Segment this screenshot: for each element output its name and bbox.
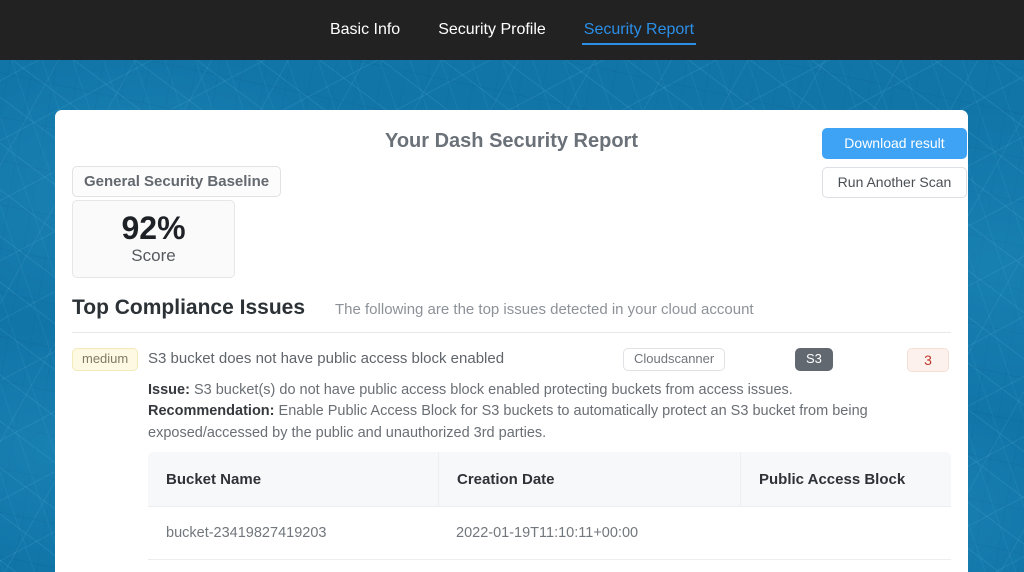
top-navbar: Basic Info Security Profile Security Rep… [0,0,1024,60]
table-row: bucket-23419827419203 2022-01-19T11:10:1… [148,506,951,560]
cell-creation-date: 2022-01-19T11:10:11+00:00 [456,525,639,541]
recommendation-label: Recommendation: [148,403,275,420]
column-header-creation-date: Creation Date [438,452,740,506]
cell-bucket-name: bucket-23419827419203 [166,525,327,541]
download-result-button[interactable]: Download result [822,128,967,159]
resources-table: Bucket Name Creation Date Public Access … [148,452,951,560]
score-value: 92% [121,210,186,247]
issue-label: Issue: [148,382,190,398]
section-header: Top Compliance Issues The following are … [72,296,951,320]
security-report-card: Your Dash Security Report Download resul… [55,110,968,572]
table-header-row: Bucket Name Creation Date Public Access … [148,452,951,506]
column-header-public-access-block: Public Access Block [740,452,951,506]
tab-security-profile[interactable]: Security Profile [436,16,548,45]
severity-badge: medium [72,348,139,371]
score-label: Score [131,245,176,265]
baseline-badge[interactable]: General Security Baseline [72,166,282,197]
report-actions: Download result Run Another Scan [822,128,967,198]
issue-header-row: medium S3 bucket does not have public ac… [72,348,951,374]
scanner-badge: Cloudscanner [623,348,726,371]
issue-title[interactable]: S3 bucket does not have public access bl… [148,350,504,367]
recommendation-line: Recommendation: Enable Public Access Blo… [148,401,878,444]
issue-text: S3 bucket(s) do not have public access b… [193,382,793,398]
resource-count-badge: 3 [907,348,949,373]
issue-description: Issue: S3 bucket(s) do not have public a… [148,380,878,444]
tab-security-report[interactable]: Security Report [581,16,697,45]
tab-basic-info[interactable]: Basic Info [328,16,402,45]
section-title: Top Compliance Issues [72,296,305,319]
section-divider [72,332,951,333]
column-header-bucket-name: Bucket Name [166,470,262,488]
run-another-scan-button[interactable]: Run Another Scan [822,167,967,198]
section-subtitle: The following are the top issues detecte… [335,301,754,318]
issue-item: medium S3 bucket does not have public ac… [72,348,951,444]
issue-line: Issue: S3 bucket(s) do not have public a… [148,380,878,401]
service-badge: S3 [795,348,833,371]
score-card: 92% Score [72,200,235,278]
